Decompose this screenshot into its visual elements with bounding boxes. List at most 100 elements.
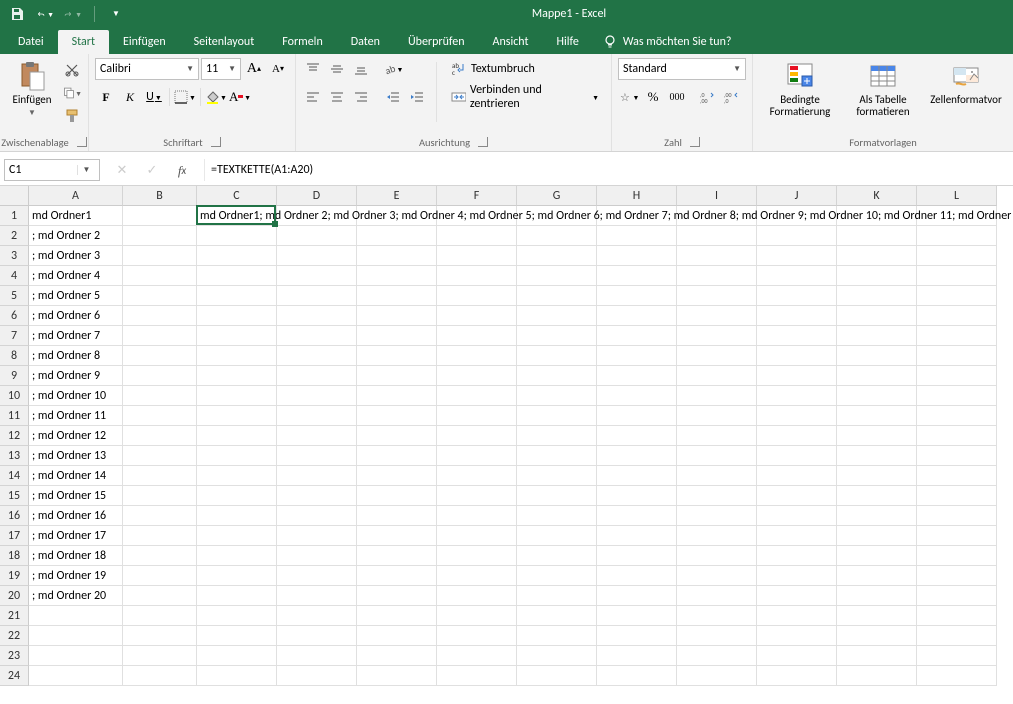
tab-insert[interactable]: Einfügen [109, 30, 180, 54]
dropdown-icon[interactable]: ▼ [47, 10, 54, 19]
cell[interactable] [677, 366, 757, 386]
cell[interactable] [677, 306, 757, 326]
cell[interactable] [123, 606, 197, 626]
cell[interactable] [197, 286, 277, 306]
cell[interactable] [757, 626, 837, 646]
cell[interactable] [517, 346, 597, 366]
cell[interactable] [357, 346, 437, 366]
row-header-13[interactable]: 13 [0, 446, 29, 466]
cell[interactable] [517, 606, 597, 626]
cell[interactable] [917, 406, 997, 426]
cell[interactable] [757, 266, 837, 286]
cell[interactable] [437, 446, 517, 466]
cell[interactable] [757, 566, 837, 586]
row-header-3[interactable]: 3 [0, 246, 29, 266]
cell[interactable] [837, 266, 917, 286]
cell[interactable] [123, 366, 197, 386]
cell[interactable] [517, 646, 597, 666]
cell[interactable] [123, 466, 197, 486]
cell[interactable]: ; md Ordner 4 [29, 266, 123, 286]
cell[interactable] [597, 346, 677, 366]
cell[interactable] [277, 366, 357, 386]
cell[interactable] [837, 506, 917, 526]
cell[interactable] [437, 486, 517, 506]
cell[interactable] [677, 466, 757, 486]
cell[interactable]: ; md Ordner 17 [29, 526, 123, 546]
cell[interactable] [917, 386, 997, 406]
bold-button[interactable]: F [95, 86, 117, 108]
cell[interactable] [437, 586, 517, 606]
cell[interactable] [197, 546, 277, 566]
cell[interactable] [277, 306, 357, 326]
cell[interactable] [597, 546, 677, 566]
cell[interactable] [123, 506, 197, 526]
cell[interactable] [917, 226, 997, 246]
cell[interactable] [837, 306, 917, 326]
row-header-21[interactable]: 21 [0, 606, 29, 626]
fill-color-button[interactable]: ▼ [205, 86, 227, 108]
cell[interactable] [917, 466, 997, 486]
cell[interactable] [757, 386, 837, 406]
cell[interactable] [277, 526, 357, 546]
cell[interactable] [917, 506, 997, 526]
cell[interactable] [677, 546, 757, 566]
cell[interactable] [677, 646, 757, 666]
cell[interactable] [357, 666, 437, 686]
enter-formula-button[interactable]: ✓ [140, 160, 164, 182]
cell[interactable] [597, 586, 677, 606]
cell[interactable] [123, 626, 197, 646]
tab-pagelayout[interactable]: Seitenlayout [180, 30, 269, 54]
italic-button[interactable]: K [119, 86, 141, 108]
cell[interactable] [837, 326, 917, 346]
cell[interactable] [437, 606, 517, 626]
cell[interactable] [357, 246, 437, 266]
cell[interactable] [517, 286, 597, 306]
decrease-decimal-button[interactable]: ,00,0 [720, 86, 742, 108]
cell[interactable] [837, 566, 917, 586]
cell-styles-button[interactable]: Zellenformatvor [925, 58, 1007, 108]
borders-button[interactable]: ▼ [174, 86, 196, 108]
cell[interactable] [917, 646, 997, 666]
cell[interactable] [757, 246, 837, 266]
name-box-input[interactable] [5, 163, 77, 177]
cell[interactable] [123, 526, 197, 546]
align-bottom-button[interactable] [350, 58, 372, 80]
cell[interactable] [197, 446, 277, 466]
cell[interactable] [277, 406, 357, 426]
cell[interactable] [437, 306, 517, 326]
cell[interactable]: ; md Ordner 10 [29, 386, 123, 406]
row-header-5[interactable]: 5 [0, 286, 29, 306]
tab-start[interactable]: Start [58, 30, 109, 54]
cell[interactable]: ; md Ordner 12 [29, 426, 123, 446]
cell[interactable] [837, 586, 917, 606]
name-box-dropdown[interactable]: ▼ [77, 165, 95, 175]
cell[interactable] [357, 606, 437, 626]
cell[interactable] [837, 286, 917, 306]
cell[interactable] [917, 526, 997, 546]
cell[interactable] [677, 346, 757, 366]
cell[interactable] [517, 406, 597, 426]
cell[interactable] [437, 246, 517, 266]
cell[interactable] [597, 226, 677, 246]
row-header-20[interactable]: 20 [0, 586, 29, 606]
cell[interactable] [197, 306, 277, 326]
cell[interactable] [29, 666, 123, 686]
cell[interactable] [123, 266, 197, 286]
cell[interactable] [277, 486, 357, 506]
cell[interactable] [123, 666, 197, 686]
align-right-button[interactable] [350, 86, 372, 108]
cell[interactable] [357, 546, 437, 566]
cell[interactable] [517, 266, 597, 286]
cell[interactable] [123, 226, 197, 246]
cell[interactable] [197, 266, 277, 286]
cell[interactable] [677, 526, 757, 546]
cell[interactable]: ; md Ordner 9 [29, 366, 123, 386]
cell[interactable] [837, 366, 917, 386]
cell[interactable] [677, 426, 757, 446]
percent-button[interactable]: % [642, 86, 664, 108]
cell[interactable] [837, 386, 917, 406]
cell[interactable] [597, 286, 677, 306]
format-as-table-button[interactable]: Als Tabelle formatieren [845, 58, 921, 120]
cell[interactable] [277, 246, 357, 266]
cell[interactable] [677, 606, 757, 626]
